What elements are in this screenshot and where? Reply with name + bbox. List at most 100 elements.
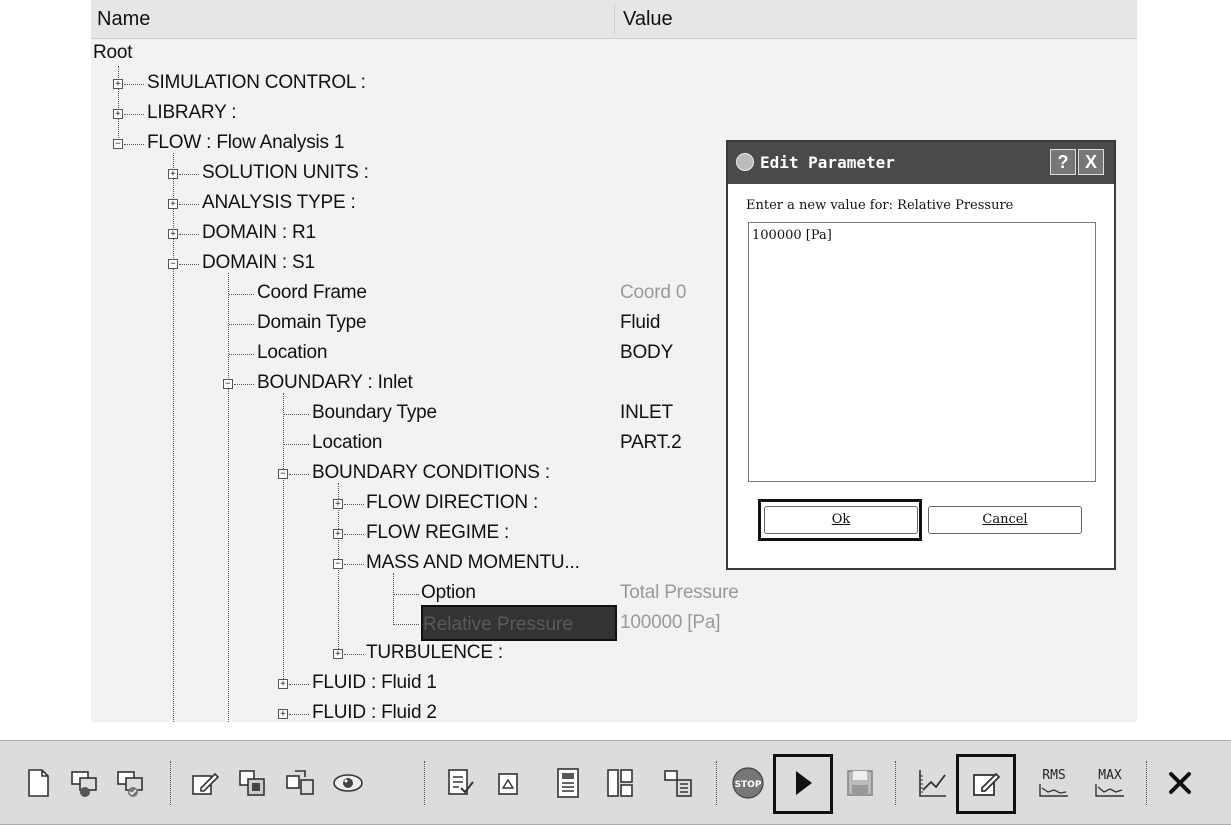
column-divider[interactable] bbox=[614, 4, 615, 34]
value-location-domain[interactable]: BODY bbox=[620, 342, 673, 364]
edit-parameter-button[interactable] bbox=[966, 763, 1006, 803]
close-button[interactable]: X bbox=[1078, 149, 1104, 175]
expand-icon[interactable]: + bbox=[333, 529, 343, 539]
tree-item-location-boundary[interactable]: Location bbox=[312, 432, 382, 454]
expand-icon[interactable]: + bbox=[333, 499, 343, 509]
tree-item-domain-r1[interactable]: DOMAIN : R1 bbox=[202, 222, 316, 244]
tree-icon bbox=[664, 770, 692, 797]
column-header-name[interactable]: Name bbox=[97, 8, 150, 31]
stop-label: STOP bbox=[735, 780, 762, 790]
expand-icon[interactable]: + bbox=[168, 199, 178, 209]
tree-line bbox=[289, 684, 309, 685]
tree-line bbox=[124, 144, 144, 145]
tree-item-simulation-control[interactable]: SIMULATION CONTROL : bbox=[147, 72, 366, 94]
dialog-title: Edit Parameter bbox=[760, 153, 895, 172]
expand-icon[interactable]: + bbox=[113, 109, 123, 119]
tree-item-turbulence[interactable]: TURBULENCE : bbox=[366, 642, 503, 664]
collapse-icon[interactable]: − bbox=[113, 139, 123, 149]
edit-parameter-dialog: Edit Parameter ? X Enter a new value for… bbox=[726, 140, 1116, 570]
collapse-icon[interactable]: − bbox=[278, 469, 288, 479]
report-button[interactable] bbox=[548, 763, 588, 803]
selected-row-highlight[interactable]: Relative Pressure bbox=[421, 605, 617, 641]
rms-plot-icon bbox=[1039, 783, 1068, 797]
transfer-icon bbox=[286, 770, 314, 795]
tree-item-option[interactable]: Option bbox=[421, 582, 476, 604]
edit-button[interactable] bbox=[184, 763, 224, 803]
tree-item-flow[interactable]: FLOW : Flow Analysis 1 bbox=[147, 132, 344, 154]
tree-item-coord-frame[interactable]: Coord Frame bbox=[257, 282, 367, 304]
save-button[interactable] bbox=[840, 763, 880, 803]
expand-icon[interactable]: + bbox=[278, 709, 288, 719]
expand-icon[interactable]: + bbox=[333, 649, 343, 659]
app-icon bbox=[736, 153, 754, 171]
monitor-plot-button[interactable] bbox=[912, 763, 952, 803]
tree-item-library[interactable]: LIBRARY : bbox=[147, 102, 237, 124]
tree-line bbox=[289, 474, 309, 475]
tree-line bbox=[124, 114, 144, 115]
tree-item-analysis-type[interactable]: ANALYSIS TYPE : bbox=[202, 192, 356, 214]
tree-item-boundary-conditions[interactable]: BOUNDARY CONDITIONS : bbox=[312, 462, 550, 484]
tree-root[interactable]: Root bbox=[93, 42, 133, 64]
value-location-boundary[interactable]: PART.2 bbox=[620, 432, 682, 454]
value-option[interactable]: Total Pressure bbox=[620, 582, 739, 604]
new-file-button[interactable] bbox=[18, 763, 58, 803]
tree-item-fluid-1[interactable]: FLUID : Fluid 1 bbox=[312, 672, 437, 694]
tree-item-domain-type[interactable]: Domain Type bbox=[257, 312, 367, 334]
tree-line bbox=[179, 234, 199, 235]
export-button[interactable] bbox=[110, 763, 150, 803]
rms-plot-button[interactable]: RMS bbox=[1034, 763, 1074, 803]
monitor-plot-icon bbox=[919, 770, 946, 797]
copy-button[interactable] bbox=[232, 763, 272, 803]
tree-item-fluid-2[interactable]: FLUID : Fluid 2 bbox=[312, 702, 437, 722]
tree-item-domain-s1[interactable]: DOMAIN : S1 bbox=[202, 252, 315, 274]
document-button[interactable] bbox=[488, 763, 528, 803]
import-button[interactable] bbox=[64, 763, 104, 803]
tree-item-boundary-inlet[interactable]: BOUNDARY : Inlet bbox=[257, 372, 413, 394]
expand-icon[interactable]: + bbox=[168, 169, 178, 179]
edit-parameter-icon bbox=[973, 772, 1001, 796]
value-coord-frame[interactable]: Coord 0 bbox=[620, 282, 686, 304]
tree-line bbox=[284, 414, 309, 415]
tree-header: Name Value bbox=[91, 0, 1137, 39]
transfer-button[interactable] bbox=[280, 763, 320, 803]
tree-line bbox=[179, 264, 199, 265]
play-icon bbox=[796, 771, 812, 795]
tree-line bbox=[234, 384, 254, 385]
checklist-button[interactable] bbox=[440, 763, 480, 803]
tree-item-mass-and-momentum[interactable]: MASS AND MOMENTU... bbox=[366, 552, 580, 574]
tree-line bbox=[229, 294, 254, 295]
tree-item-flow-regime[interactable]: FLOW REGIME : bbox=[366, 522, 509, 544]
collapse-icon[interactable]: − bbox=[333, 559, 343, 569]
tree-item-boundary-type[interactable]: Boundary Type bbox=[312, 402, 437, 424]
tree-item-location-domain[interactable]: Location bbox=[257, 342, 327, 364]
tree-item-solution-units[interactable]: SOLUTION UNITS : bbox=[202, 162, 369, 184]
dialog-titlebar[interactable]: Edit Parameter ? X bbox=[728, 142, 1114, 184]
run-button[interactable] bbox=[783, 763, 823, 803]
column-header-value[interactable]: Value bbox=[623, 8, 673, 31]
tree-line bbox=[118, 66, 119, 144]
tree-view-button[interactable] bbox=[658, 763, 698, 803]
new-file-icon bbox=[28, 769, 49, 797]
expand-icon[interactable]: + bbox=[168, 229, 178, 239]
close-toolbar-button[interactable] bbox=[1160, 763, 1200, 803]
expand-icon[interactable]: + bbox=[278, 679, 288, 689]
layout-button[interactable] bbox=[600, 763, 640, 803]
value-domain-type[interactable]: Fluid bbox=[620, 312, 660, 334]
parameter-value-input[interactable]: 100000 [Pa] bbox=[748, 222, 1096, 482]
stop-button[interactable]: STOP bbox=[728, 763, 768, 803]
tree-item-relative-pressure[interactable]: Relative Pressure bbox=[423, 614, 573, 636]
max-plot-button[interactable]: MAX bbox=[1090, 763, 1130, 803]
tree-line bbox=[283, 393, 284, 685]
tree-item-flow-direction[interactable]: FLOW DIRECTION : bbox=[366, 492, 538, 514]
ok-button[interactable]: Ok bbox=[764, 506, 918, 534]
stop-icon: STOP bbox=[732, 767, 764, 799]
collapse-icon[interactable]: − bbox=[223, 379, 233, 389]
document-icon bbox=[498, 773, 518, 795]
cancel-button[interactable]: Cancel bbox=[928, 506, 1082, 534]
collapse-icon[interactable]: − bbox=[168, 259, 178, 269]
value-relative-pressure[interactable]: 100000 [Pa] bbox=[620, 612, 720, 634]
help-button[interactable]: ? bbox=[1050, 149, 1076, 175]
expand-icon[interactable]: + bbox=[113, 79, 123, 89]
value-boundary-type[interactable]: INLET bbox=[620, 402, 673, 424]
view-button[interactable] bbox=[328, 763, 368, 803]
